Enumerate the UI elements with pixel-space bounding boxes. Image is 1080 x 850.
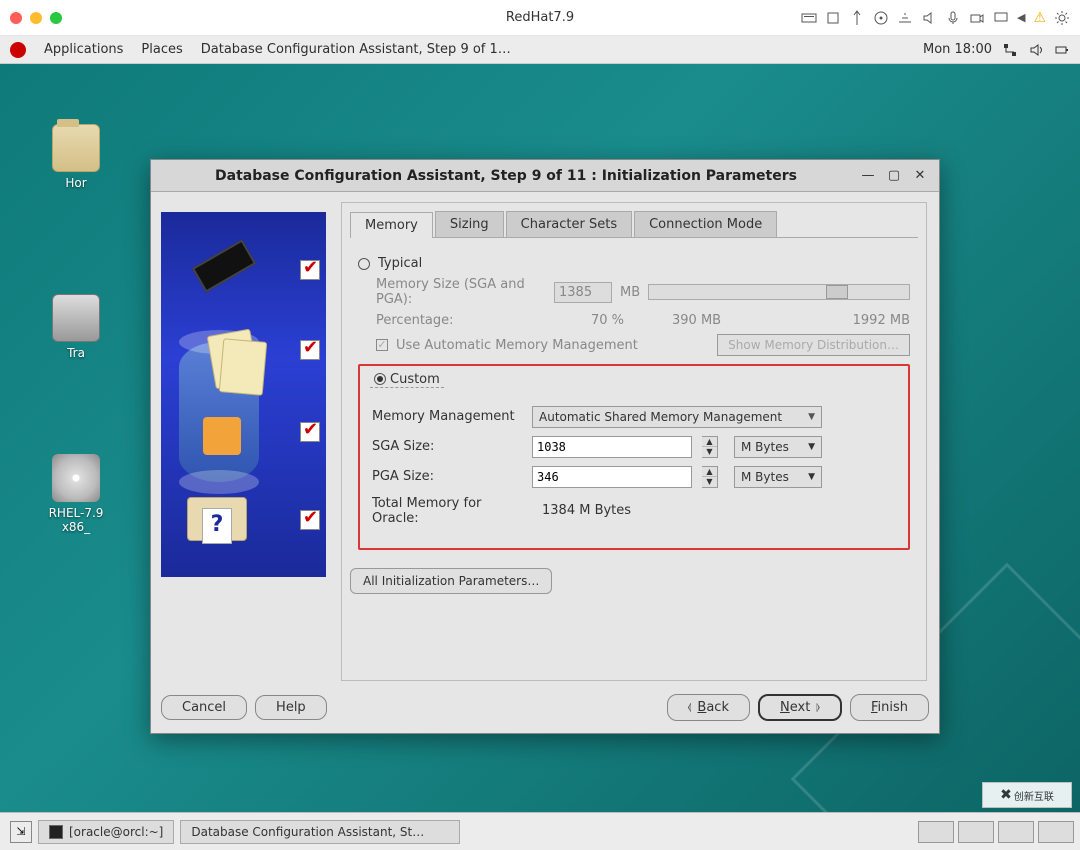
dbca-window: Database Configuration Assistant, Step 9…: [150, 159, 940, 734]
cancel-button[interactable]: Cancel: [161, 695, 247, 720]
applications-menu[interactable]: Applications: [44, 42, 123, 57]
total-mem-value: 1384 M Bytes: [542, 503, 631, 518]
percentage-value: 70 %: [554, 313, 624, 328]
host-titlebar: RedHat7.9 ◀ ⚠: [0, 0, 1080, 36]
mm-label: Memory Management: [372, 409, 522, 424]
chevron-down-icon: ▼: [808, 412, 815, 422]
chevron-down-icon: ▼: [808, 442, 815, 452]
chevron-left-icon: ⦉: [688, 702, 692, 713]
clock[interactable]: Mon 18:00: [923, 42, 992, 57]
back-button[interactable]: ⦉Back: [667, 694, 750, 721]
trash-icon[interactable]: Tra: [44, 294, 108, 360]
amm-label: Use Automatic Memory Management: [396, 338, 638, 353]
pga-input[interactable]: [532, 466, 692, 488]
typical-radio-row[interactable]: Typical: [358, 256, 910, 271]
wired-network-icon[interactable]: [1002, 42, 1018, 58]
radio-typical[interactable]: [358, 258, 370, 270]
pga-label: PGA Size:: [372, 469, 522, 484]
workspace-4[interactable]: [1038, 821, 1074, 843]
typical-label: Typical: [378, 256, 422, 271]
step-check-icon: [300, 340, 320, 360]
spinner-down-icon: ▼: [702, 477, 717, 487]
close-icon[interactable]: ✕: [909, 165, 931, 187]
wizard-button-bar: Cancel Help ⦉Back Next⦊ Finish: [161, 694, 929, 721]
radio-custom[interactable]: [374, 373, 386, 385]
home-folder-icon[interactable]: Hor: [44, 124, 108, 190]
window-title: Database Configuration Assistant, Step 9…: [159, 168, 853, 184]
tabs: Memory Sizing Character Sets Connection …: [350, 211, 918, 237]
content-panel: Memory Sizing Character Sets Connection …: [341, 202, 927, 681]
custom-label[interactable]: Custom: [390, 372, 440, 387]
chevron-down-icon: ▼: [808, 472, 815, 482]
pga-unit-dropdown[interactable]: M Bytes▼: [734, 466, 822, 488]
sga-unit-dropdown[interactable]: M Bytes▼: [734, 436, 822, 458]
step-check-icon: [300, 422, 320, 442]
wizard-side-graphic: [161, 212, 326, 577]
maximize-icon[interactable]: ▢: [883, 165, 905, 187]
mid-mb: 390 MB: [672, 313, 721, 328]
memory-management-dropdown[interactable]: Automatic Shared Memory Management ▼: [532, 406, 822, 428]
sga-input[interactable]: [532, 436, 692, 458]
mem-unit: MB: [620, 285, 640, 300]
tab-memory[interactable]: Memory: [350, 212, 433, 238]
spinner-down-icon: ▼: [702, 447, 717, 457]
workspace-2[interactable]: [958, 821, 994, 843]
step-check-icon: [300, 260, 320, 280]
total-mem-label: Total Memory for Oracle:: [372, 496, 532, 526]
terminal-icon: [49, 825, 63, 839]
spinner-up-icon: ▲: [702, 437, 717, 447]
workspace-pager[interactable]: [918, 821, 1074, 843]
step-check-icon: [300, 510, 320, 530]
sga-spinner[interactable]: ▲▼: [702, 436, 718, 458]
places-menu[interactable]: Places: [141, 42, 182, 57]
watermark: ✖创新互联: [982, 782, 1072, 808]
all-init-params-button[interactable]: All Initialization Parameters…: [350, 568, 552, 594]
workspace-1[interactable]: [918, 821, 954, 843]
gnome-top-panel: Applications Places Database Configurati…: [0, 36, 1080, 64]
next-button[interactable]: Next⦊: [758, 694, 842, 721]
help-button[interactable]: Help: [255, 695, 327, 720]
taskbar-dbca[interactable]: Database Configuration Assistant, St…: [180, 820, 460, 844]
pga-spinner[interactable]: ▲▼: [702, 466, 718, 488]
volume-icon[interactable]: [1028, 42, 1044, 58]
mm-value: Automatic Shared Memory Management: [539, 410, 782, 424]
host-title: RedHat7.9: [0, 10, 1080, 25]
cd-iso-icon[interactable]: RHEL-7.9 x86_: [44, 454, 108, 534]
chevron-right-icon: ⦊: [816, 702, 820, 713]
spinner-up-icon: ▲: [702, 467, 717, 477]
tab-connection-mode[interactable]: Connection Mode: [634, 211, 777, 237]
workspace-3[interactable]: [998, 821, 1034, 843]
amm-checkbox: ✓: [376, 339, 388, 351]
sga-label: SGA Size:: [372, 439, 522, 454]
tab-body: Typical Memory Size (SGA and PGA): 1385 …: [350, 237, 918, 562]
mem-slider: [648, 284, 910, 300]
workspace-switcher-icon[interactable]: ⇲: [10, 821, 32, 843]
max-mb: 1992 MB: [853, 313, 910, 328]
mem-size-input: 1385: [554, 282, 612, 303]
tab-sizing[interactable]: Sizing: [435, 211, 504, 237]
tab-character-sets[interactable]: Character Sets: [506, 211, 632, 237]
gnome-bottom-panel: ⇲ [oracle@orcl:~] Database Configuration…: [0, 812, 1080, 850]
minimize-icon[interactable]: —: [857, 165, 879, 187]
show-memory-dist-button: Show Memory Distribution…: [717, 334, 910, 356]
active-app-label[interactable]: Database Configuration Assistant, Step 9…: [201, 42, 511, 57]
battery-icon[interactable]: [1054, 42, 1070, 58]
custom-section: Custom Memory Management Automatic Share…: [358, 364, 910, 550]
taskbar-terminal[interactable]: [oracle@orcl:~]: [38, 820, 174, 844]
dbca-titlebar[interactable]: Database Configuration Assistant, Step 9…: [151, 160, 939, 192]
percentage-label: Percentage:: [376, 313, 546, 328]
mem-size-label: Memory Size (SGA and PGA):: [376, 277, 546, 307]
desktop[interactable]: Hor Tra RHEL-7.9 x86_ Database Configura…: [0, 64, 1080, 812]
redhat-logo-icon[interactable]: [10, 42, 26, 58]
finish-button[interactable]: Finish: [850, 694, 929, 721]
